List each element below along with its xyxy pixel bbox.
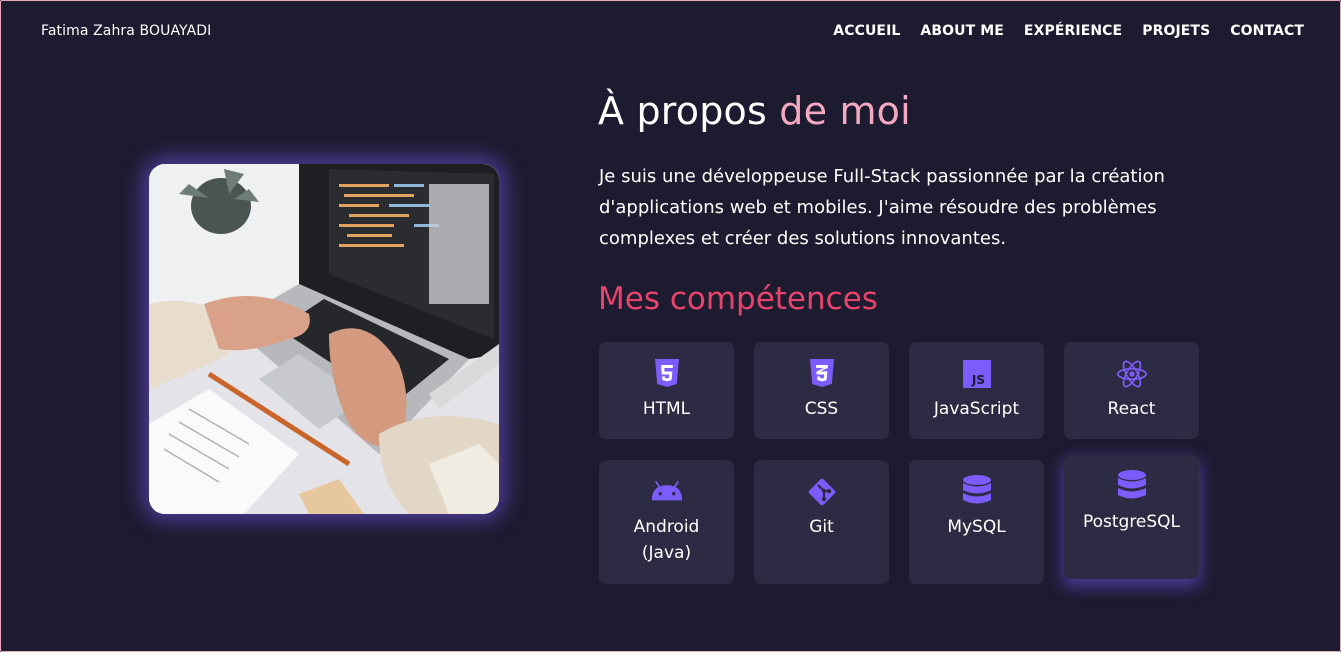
main-nav: ACCUEIL ABOUT ME EXPÉRIENCE PROJETS CONT…	[833, 23, 1304, 39]
html5-icon	[651, 358, 683, 390]
skill-card-css[interactable]: CSS	[754, 342, 889, 439]
database-icon	[961, 475, 993, 508]
android-icon	[651, 476, 683, 508]
skill-label: Git	[809, 517, 834, 537]
profile-photo	[149, 164, 499, 514]
git-icon	[806, 476, 838, 508]
css3-icon	[806, 358, 838, 390]
brand-name[interactable]: Fatima Zahra BOUAYADI	[41, 23, 211, 39]
skill-label: PostgreSQL	[1082, 512, 1181, 532]
skills-title: Mes compétences	[598, 281, 878, 317]
about-title-part1: À propos	[598, 89, 780, 133]
nav-accueil[interactable]: ACCUEIL	[833, 23, 900, 39]
skill-card-postgresql[interactable]: PostgreSQL	[1064, 455, 1199, 579]
skill-label: React	[1107, 399, 1156, 419]
about-title-part2: de moi	[779, 89, 911, 133]
page: Fatima Zahra BOUAYADI ACCUEIL ABOUT ME E…	[0, 0, 1341, 652]
skill-label: JavaScript	[933, 399, 1020, 419]
nav-projets[interactable]: PROJETS	[1142, 23, 1210, 39]
about-description: Je suis une développeuse Full-Stack pass…	[599, 166, 1165, 249]
react-icon	[1116, 358, 1148, 390]
about-title: À propos de moi	[598, 89, 911, 133]
skills-grid: HTML CSS JS JavaScript React Android (Ja…	[599, 342, 1199, 584]
skill-card-mysql[interactable]: MySQL	[909, 460, 1044, 584]
skill-card-html[interactable]: HTML	[599, 342, 734, 439]
skill-card-react[interactable]: React	[1064, 342, 1199, 439]
skill-label: Android (Java)	[633, 517, 700, 563]
nav-about-me[interactable]: ABOUT ME	[920, 23, 1004, 39]
skill-card-git[interactable]: Git	[754, 460, 889, 584]
nav-contact[interactable]: CONTACT	[1230, 23, 1304, 39]
skill-label: CSS	[804, 399, 839, 419]
skill-label: MySQL	[947, 517, 1006, 537]
skill-card-android[interactable]: Android (Java)	[599, 460, 734, 584]
database-icon	[1116, 470, 1148, 503]
svg-text:JS: JS	[970, 373, 984, 387]
skill-card-javascript[interactable]: JS JavaScript	[909, 342, 1044, 439]
javascript-icon: JS	[961, 358, 993, 390]
skill-label: HTML	[642, 399, 691, 419]
nav-experience[interactable]: EXPÉRIENCE	[1024, 23, 1122, 39]
